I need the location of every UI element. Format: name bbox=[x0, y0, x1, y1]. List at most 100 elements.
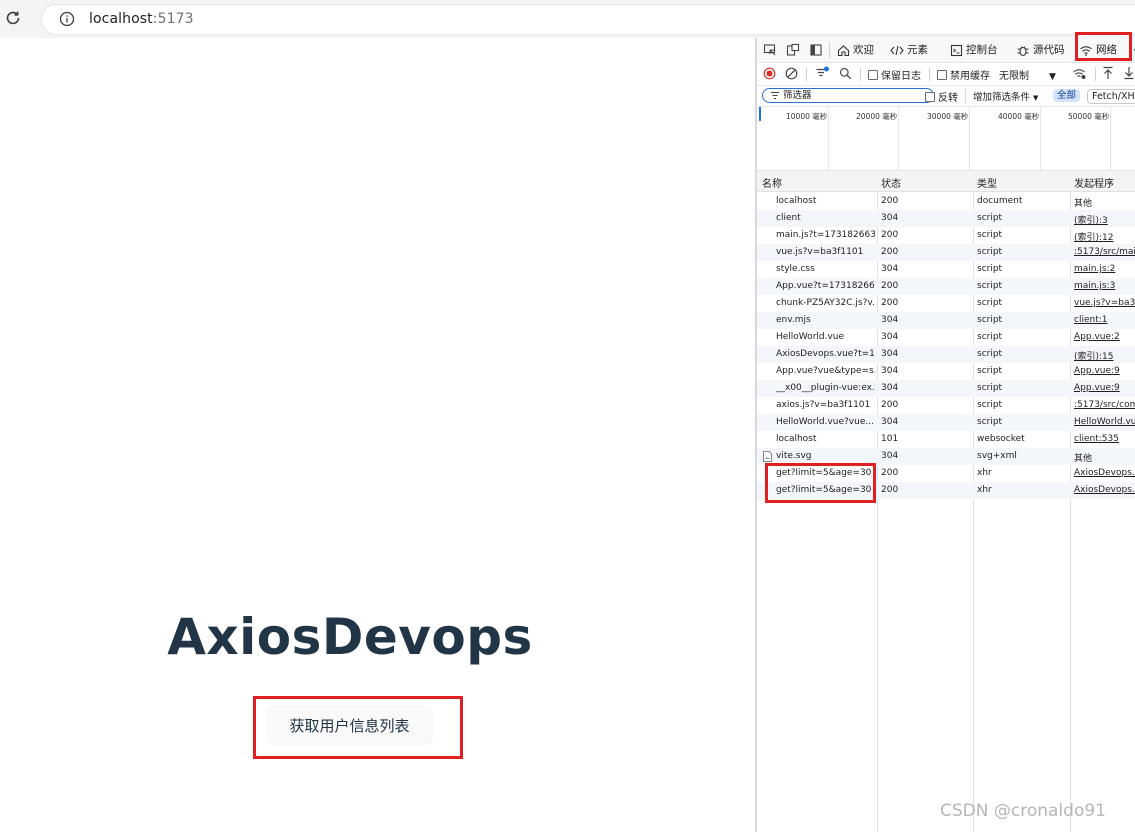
request-name[interactable]: main.js?t=173182663... bbox=[776, 230, 875, 240]
network-timeline[interactable]: 10000 毫秒 20000 毫秒 30000 毫秒 40000 毫秒 5000… bbox=[757, 107, 1135, 171]
table-row[interactable]: HelloWorld.vue 304 script App.vue:2 bbox=[757, 329, 1135, 346]
request-status: 304 bbox=[881, 315, 899, 325]
import-har-icon[interactable] bbox=[1102, 66, 1114, 80]
request-initiator[interactable]: App.vue:9 bbox=[1074, 366, 1135, 376]
table-row[interactable]: axios.js?v=ba3f1101 200 script:5173/src/co… bbox=[757, 397, 1135, 414]
url-port: :5173 bbox=[152, 11, 194, 27]
invert-label: 反转 bbox=[938, 93, 958, 104]
request-name[interactable]: axios.js?v=ba3f1101 bbox=[776, 400, 875, 410]
throttle-select[interactable]: 无限制 ▼ bbox=[999, 67, 1056, 82]
request-name[interactable]: client bbox=[776, 213, 875, 223]
request-type: script bbox=[977, 383, 1003, 393]
preserve-log-checkbox[interactable]: 保留日志 bbox=[868, 67, 921, 82]
request-initiator[interactable]: AxiosDevops.v bbox=[1074, 485, 1135, 495]
request-initiator[interactable]: vue.js?v=ba3f1 bbox=[1074, 298, 1135, 308]
request-status: 304 bbox=[881, 332, 899, 342]
timeline-gridline bbox=[1110, 107, 1111, 170]
more-filters-dropdown[interactable]: 增加筛选条件 ▼ bbox=[973, 89, 1038, 103]
request-initiator[interactable]: main.js:3 bbox=[1074, 281, 1135, 291]
export-har-icon[interactable] bbox=[1123, 66, 1135, 80]
tab-welcome-label: 欢迎 bbox=[853, 44, 874, 56]
request-name[interactable]: vite.svg bbox=[776, 451, 875, 461]
column-header-name[interactable]: 名称 bbox=[762, 175, 782, 190]
request-name[interactable]: localhost bbox=[776, 434, 875, 444]
filter-fetch-xhr-pill[interactable]: Fetch/XHR bbox=[1087, 89, 1135, 104]
request-initiator[interactable]: main.js:2 bbox=[1074, 264, 1135, 274]
reload-icon[interactable] bbox=[4, 9, 22, 27]
filter-toggle-icon[interactable] bbox=[815, 66, 830, 80]
request-type: websocket bbox=[977, 434, 1025, 444]
filter-all-pill[interactable]: 全部 bbox=[1053, 89, 1081, 102]
clear-icon[interactable] bbox=[785, 67, 798, 80]
request-status: 200 bbox=[881, 230, 899, 240]
request-initiator[interactable]: App.vue:2 bbox=[1074, 332, 1135, 342]
request-status: 304 bbox=[881, 417, 899, 427]
request-type: script bbox=[977, 315, 1003, 325]
table-row[interactable]: App.vue?vue&type=s... 304 script App.vue:9 bbox=[757, 363, 1135, 380]
request-type: xhr bbox=[977, 485, 992, 495]
table-row[interactable]: App.vue?t=17318266... 200 script main.js:3 bbox=[757, 278, 1135, 295]
request-name[interactable]: App.vue?vue&type=s... bbox=[776, 366, 875, 376]
device-toolbar-icon[interactable] bbox=[786, 43, 800, 57]
table-row[interactable]: localhost 200 document 其他 bbox=[757, 193, 1135, 210]
table-row[interactable]: HelloWorld.vue?vue... 304 script HelloWorld… bbox=[757, 414, 1135, 431]
table-row[interactable]: client 304 script (索引):3 bbox=[757, 210, 1135, 227]
site-info-icon[interactable] bbox=[59, 11, 75, 27]
request-name[interactable]: HelloWorld.vue bbox=[776, 332, 875, 342]
table-row[interactable]: AxiosDevops.vue?t=1... 304 script (索引):15 bbox=[757, 346, 1135, 363]
request-initiator[interactable]: (索引):15 bbox=[1074, 349, 1135, 362]
tab-sources[interactable]: 源代码 bbox=[1016, 38, 1065, 62]
table-row[interactable]: main.js?t=173182663... 200 script (索引):12 bbox=[757, 227, 1135, 244]
request-initiator[interactable]: HelloWorld.vue bbox=[1074, 417, 1135, 427]
request-initiator[interactable]: :5173/src/comp bbox=[1074, 400, 1135, 410]
column-header-initiator[interactable]: 发起程序 bbox=[1074, 175, 1114, 190]
request-type: script bbox=[977, 332, 1003, 342]
inspect-icon[interactable] bbox=[763, 43, 777, 57]
request-name[interactable]: localhost bbox=[776, 196, 875, 206]
column-header-type[interactable]: 类型 bbox=[977, 175, 997, 190]
dock-icon[interactable] bbox=[809, 43, 823, 57]
request-name[interactable]: vue.js?v=ba3f1101 bbox=[776, 247, 875, 257]
request-name[interactable]: __x00__plugin-vue:ex... bbox=[776, 383, 875, 393]
tab-console[interactable]: 控制台 bbox=[950, 38, 998, 62]
bug-icon bbox=[1017, 45, 1029, 56]
request-initiator[interactable]: App.vue:9 bbox=[1074, 383, 1135, 393]
request-initiator[interactable]: :5173/src/main bbox=[1074, 247, 1135, 257]
record-icon[interactable] bbox=[763, 67, 776, 80]
checkbox-box[interactable] bbox=[937, 70, 947, 80]
network-conditions-icon[interactable] bbox=[1072, 67, 1087, 80]
request-initiator[interactable]: client:535 bbox=[1074, 434, 1135, 444]
table-row[interactable]: vue.js?v=ba3f1101 200 script:5173/src/main bbox=[757, 244, 1135, 261]
checkbox-box[interactable] bbox=[868, 70, 878, 80]
request-name[interactable]: env.mjs bbox=[776, 315, 875, 325]
request-name[interactable]: chunk-PZ5AY32C.js?v... bbox=[776, 298, 875, 308]
url-text[interactable]: localhost:5173 bbox=[89, 11, 194, 27]
table-row[interactable]: style.css 304 script main.js:2 bbox=[757, 261, 1135, 278]
request-initiator[interactable]: AxiosDevops.v bbox=[1074, 468, 1135, 478]
table-row[interactable]: __x00__plugin-vue:ex... 304 script App.vue:… bbox=[757, 380, 1135, 397]
table-row[interactable]: localhost 101 websocket client:535 bbox=[757, 431, 1135, 448]
request-status: 200 bbox=[881, 298, 899, 308]
timeline-tick-label: 10000 毫秒 bbox=[786, 112, 828, 121]
request-initiator[interactable]: (索引):12 bbox=[1074, 230, 1135, 243]
request-initiator[interactable]: client:1 bbox=[1074, 315, 1135, 325]
invert-checkbox[interactable]: 反转 bbox=[925, 89, 958, 104]
disable-cache-checkbox[interactable]: 禁用缓存 bbox=[937, 67, 990, 82]
console-icon bbox=[950, 44, 963, 56]
filter-input[interactable]: 筛选器 bbox=[762, 88, 934, 103]
table-row[interactable]: env.mjs 304 script client:1 bbox=[757, 312, 1135, 329]
request-name[interactable]: style.css bbox=[776, 264, 875, 274]
address-bar[interactable]: localhost:5173 bbox=[41, 4, 1135, 35]
tab-elements[interactable]: 元素 bbox=[890, 38, 928, 62]
search-icon[interactable] bbox=[839, 67, 852, 80]
tab-welcome[interactable]: 欢迎 bbox=[837, 38, 874, 62]
column-header-status[interactable]: 状态 bbox=[881, 175, 901, 190]
request-initiator[interactable]: (索引):3 bbox=[1074, 213, 1135, 226]
request-name[interactable]: AxiosDevops.vue?t=1... bbox=[776, 349, 875, 359]
request-status: 304 bbox=[881, 383, 899, 393]
request-name[interactable]: HelloWorld.vue?vue... bbox=[776, 417, 875, 427]
request-name[interactable]: App.vue?t=17318266... bbox=[776, 281, 875, 291]
checkbox-box[interactable] bbox=[925, 92, 935, 102]
request-status: 200 bbox=[881, 468, 899, 478]
table-row[interactable]: chunk-PZ5AY32C.js?v... 200 script vue.js?v=… bbox=[757, 295, 1135, 312]
